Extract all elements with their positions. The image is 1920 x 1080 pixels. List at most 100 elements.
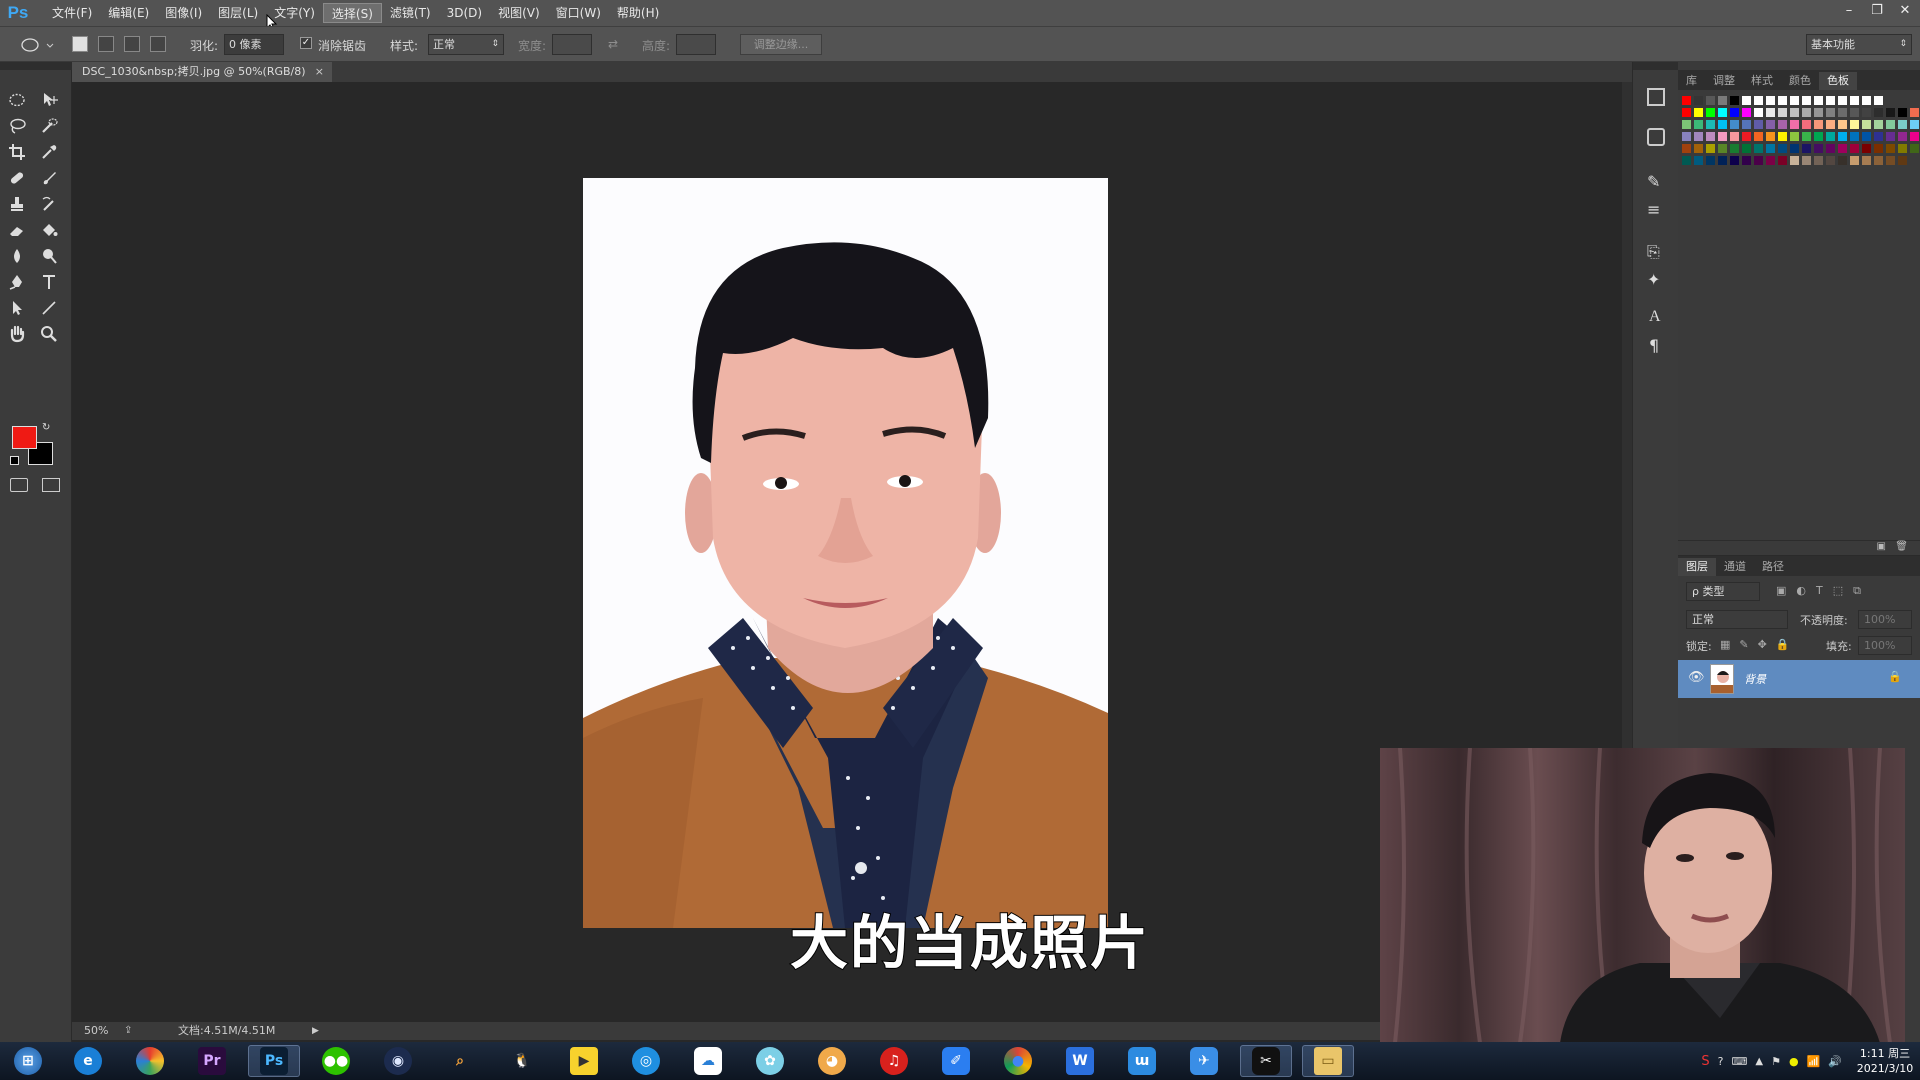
document-tab[interactable]: DSC_1030&nbsp;拷贝.jpg @ 50%(RGB/8) ×: [72, 62, 332, 82]
marquee-tool-icon[interactable]: [4, 88, 30, 112]
swap-colors-icon[interactable]: ↻: [42, 422, 50, 433]
taskbar-360browser-icon[interactable]: [124, 1045, 176, 1077]
color-swatch[interactable]: [1778, 120, 1787, 129]
color-swatch[interactable]: [1886, 156, 1895, 165]
menu-file[interactable]: 文件(F): [44, 3, 100, 23]
color-swatch[interactable]: [1742, 108, 1751, 117]
menu-edit[interactable]: 编辑(E): [100, 3, 157, 23]
color-swatch[interactable]: [1910, 108, 1919, 117]
color-swatch[interactable]: [1682, 132, 1691, 141]
color-swatch[interactable]: [1838, 144, 1847, 153]
delete-swatch-icon[interactable]: 🗑: [1895, 541, 1908, 552]
volume-icon[interactable]: 🔊: [1828, 1055, 1842, 1068]
tab-layers[interactable]: 图层: [1678, 558, 1716, 576]
color-swatch[interactable]: [1874, 132, 1883, 141]
status-menu-arrow-icon[interactable]: ▶: [312, 1022, 319, 1040]
color-swatch[interactable]: [1898, 108, 1907, 117]
color-swatch[interactable]: [1790, 120, 1799, 129]
color-swatch[interactable]: [1850, 120, 1859, 129]
color-swatch[interactable]: [1802, 144, 1811, 153]
sogou-ime-icon[interactable]: S: [1701, 1054, 1709, 1069]
tool-presets-icon[interactable]: ✦: [1647, 270, 1660, 289]
taskbar-qq-icon[interactable]: 🐧: [496, 1045, 548, 1077]
color-swatch[interactable]: [1790, 144, 1799, 153]
color-swatch[interactable]: [1838, 120, 1847, 129]
clone-stamp-tool-icon[interactable]: [4, 192, 30, 216]
help-icon[interactable]: ?: [1718, 1055, 1724, 1068]
taskbar-explorer-icon[interactable]: ▭: [1302, 1045, 1354, 1077]
taskbar-iqiyi-book-icon[interactable]: ɯ: [1116, 1045, 1168, 1077]
color-swatch[interactable]: [1814, 144, 1823, 153]
color-swatch[interactable]: [1874, 120, 1883, 129]
color-swatch[interactable]: [1826, 120, 1835, 129]
color-swatch[interactable]: [1898, 120, 1907, 129]
new-swatch-icon[interactable]: ▣: [1877, 541, 1886, 552]
menu-3d[interactable]: 3D(D): [439, 3, 490, 23]
color-swatch[interactable]: [1706, 108, 1715, 117]
color-swatch[interactable]: [1802, 120, 1811, 129]
color-swatch[interactable]: [1862, 144, 1871, 153]
taskbar-search-icon[interactable]: ⌕: [434, 1045, 486, 1077]
taskbar-start-icon[interactable]: ⊞: [2, 1045, 54, 1077]
color-swatch[interactable]: [1910, 120, 1919, 129]
color-swatch[interactable]: [1826, 96, 1835, 105]
color-swatch[interactable]: [1742, 156, 1751, 165]
taskbar-headset-icon[interactable]: ◕: [806, 1045, 858, 1077]
taskbar-photoshop-icon[interactable]: Ps: [248, 1045, 300, 1077]
menu-help[interactable]: 帮助(H): [609, 3, 667, 23]
color-swatch[interactable]: [1694, 120, 1703, 129]
default-colors-icon[interactable]: [10, 456, 19, 465]
color-swatch[interactable]: [1694, 156, 1703, 165]
color-swatch[interactable]: [1682, 120, 1691, 129]
color-swatch[interactable]: [1754, 108, 1763, 117]
tab-swatches[interactable]: 色板: [1819, 72, 1857, 90]
color-swatch[interactable]: [1694, 108, 1703, 117]
color-swatch[interactable]: [1850, 132, 1859, 141]
quick-selection-tool-icon[interactable]: [36, 114, 62, 138]
color-swatch[interactable]: [1766, 156, 1775, 165]
color-swatch[interactable]: [1802, 132, 1811, 141]
tab-libraries[interactable]: 库: [1678, 72, 1705, 90]
opacity-input[interactable]: 100%: [1858, 610, 1912, 629]
color-swatch[interactable]: [1790, 156, 1799, 165]
taskbar-wechat-icon[interactable]: ●●: [310, 1045, 362, 1077]
taskbar-chrome-icon[interactable]: ●: [992, 1045, 1044, 1077]
color-swatch[interactable]: [1778, 108, 1787, 117]
fill-input[interactable]: 100%: [1858, 636, 1912, 655]
color-swatch[interactable]: [1742, 144, 1751, 153]
menu-view[interactable]: 视图(V): [490, 3, 548, 23]
type-tool-icon[interactable]: [36, 270, 62, 294]
tab-styles[interactable]: 样式: [1743, 72, 1781, 90]
color-swatch[interactable]: [1706, 96, 1715, 105]
color-swatch[interactable]: [1706, 132, 1715, 141]
taskbar-cinema4d-icon[interactable]: ◉: [372, 1045, 424, 1077]
screen-mode-icon[interactable]: [42, 478, 60, 492]
color-swatch[interactable]: [1862, 120, 1871, 129]
zoom-tool-icon[interactable]: [36, 322, 62, 346]
subtract-selection-mode-button[interactable]: [124, 36, 140, 52]
color-swatch[interactable]: [1730, 96, 1739, 105]
workspace-select[interactable]: 基本功能 ⇕: [1806, 34, 1912, 55]
color-swatch[interactable]: [1862, 156, 1871, 165]
color-swatch[interactable]: [1886, 96, 1895, 105]
taskbar-wps-writer-icon[interactable]: W: [1054, 1045, 1106, 1077]
color-swatch[interactable]: [1838, 96, 1847, 105]
feather-input[interactable]: 0 像素: [224, 34, 284, 55]
color-swatch[interactable]: [1766, 120, 1775, 129]
width-input[interactable]: [552, 34, 592, 55]
color-swatch[interactable]: [1766, 108, 1775, 117]
brush-presets-icon[interactable]: ≡: [1647, 200, 1660, 219]
color-swatch[interactable]: [1718, 144, 1727, 153]
color-swatch[interactable]: [1802, 156, 1811, 165]
color-swatch[interactable]: [1718, 132, 1727, 141]
taskbar-premiere-icon[interactable]: Pr: [186, 1045, 238, 1077]
color-swatch[interactable]: [1898, 132, 1907, 141]
color-swatch[interactable]: [1730, 108, 1739, 117]
menu-layer[interactable]: 图层(L): [210, 3, 266, 23]
color-swatch[interactable]: [1862, 96, 1871, 105]
dodge-tool-icon[interactable]: [36, 244, 62, 268]
quick-mask-icon[interactable]: [10, 478, 28, 492]
color-swatch[interactable]: [1874, 96, 1883, 105]
color-swatch[interactable]: [1742, 132, 1751, 141]
tab-adjustments[interactable]: 调整: [1705, 72, 1743, 90]
